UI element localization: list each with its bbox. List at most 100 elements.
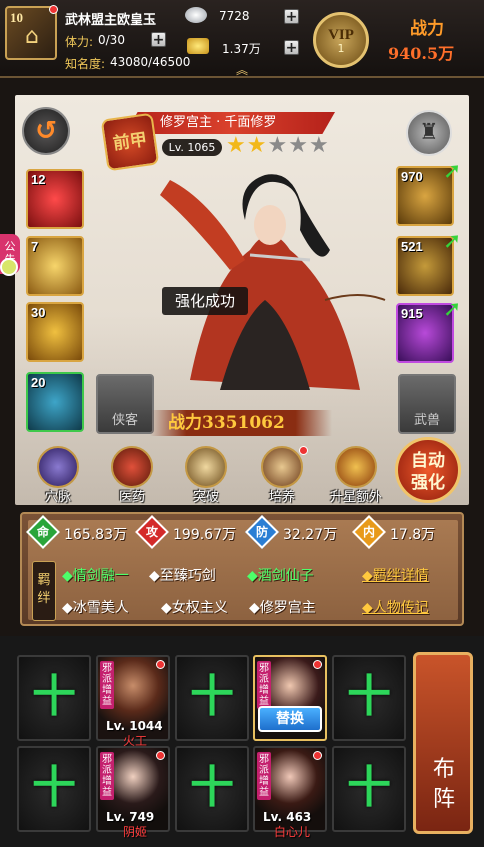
companion-slot[interactable]: 侠客 bbox=[96, 374, 154, 434]
swap-button[interactable]: 替换 bbox=[258, 706, 322, 732]
helmet-icon: ♜ bbox=[419, 120, 439, 145]
skill-slot-4[interactable]: 20 bbox=[26, 372, 84, 432]
hero-level: Lv. 1044 bbox=[106, 719, 163, 733]
gold-plus-button[interactable]: + bbox=[284, 40, 299, 55]
formation-slot-empty[interactable]: 十 bbox=[332, 655, 406, 741]
gold-icon bbox=[187, 38, 209, 54]
vip-level: 1 bbox=[337, 42, 345, 55]
hero-name: 修罗宫主 · 千面修罗 bbox=[160, 115, 277, 130]
skill-slot-1[interactable]: 12 bbox=[26, 169, 84, 229]
formation-slot-empty[interactable]: 十 bbox=[332, 746, 406, 832]
hero-name: 白心儿 bbox=[273, 825, 310, 839]
hero-level: Lv. 1065 bbox=[162, 139, 222, 156]
add-icon: 十 bbox=[347, 671, 391, 722]
bond-item[interactable]: ◆情剑融一 bbox=[62, 565, 129, 585]
faction-buff-tag: 邪派增益 bbox=[257, 661, 271, 709]
back-arrow-icon: ↺ bbox=[35, 116, 57, 146]
deploy-label-1: 布 bbox=[432, 757, 455, 782]
inner-power-icon-text: 内 bbox=[362, 525, 375, 539]
stamina-label: 体力: bbox=[65, 35, 94, 49]
hero-info-button[interactable]: ♜ bbox=[406, 110, 452, 156]
stamina-value: 0/30 bbox=[98, 33, 125, 47]
formation-hero[interactable]: 邪派增益 Lv. 463 白心儿 bbox=[253, 746, 327, 839]
medicine-button[interactable]: 医药 bbox=[106, 446, 158, 508]
add-icon: 十 bbox=[347, 762, 391, 813]
bond-item[interactable]: ◆女权主义 bbox=[161, 597, 228, 617]
silver-plus-button[interactable]: + bbox=[284, 9, 299, 24]
upgrade-arrow-icon: ➚ bbox=[443, 159, 462, 184]
skill-slot-2[interactable]: 7 bbox=[26, 236, 84, 296]
hero-portrait bbox=[160, 174, 386, 390]
breakthrough-button[interactable]: 突破 bbox=[180, 446, 232, 508]
bond-tag: 羁绊 bbox=[32, 561, 56, 621]
vip-button[interactable]: VIP 1 bbox=[313, 12, 369, 68]
skill-slot-3[interactable]: 30 bbox=[26, 302, 84, 362]
formation-hero[interactable]: 邪派增益 Lv. 1044 火工 bbox=[96, 655, 170, 748]
faction-buff-tag: 邪派增益 bbox=[257, 752, 271, 800]
formation-slot-empty[interactable]: 十 bbox=[175, 655, 249, 741]
star-up-label: 升星额外 bbox=[329, 490, 382, 505]
hp-icon-text: 命 bbox=[36, 525, 49, 539]
chat-bubble-icon[interactable] bbox=[0, 258, 18, 276]
total-power-label: 战力 bbox=[410, 19, 444, 39]
upgrade-arrow-icon: ➚ bbox=[443, 297, 462, 322]
beast-slot-label: 武兽 bbox=[413, 413, 440, 428]
formation-slot-empty[interactable]: 十 bbox=[17, 655, 91, 741]
slot-count: 521 bbox=[401, 239, 423, 254]
player-level: 10 bbox=[10, 10, 23, 25]
star-filled-icon: ★ bbox=[246, 133, 267, 158]
silver-value: 7728 bbox=[219, 9, 250, 23]
formation-slot-empty[interactable]: 十 bbox=[17, 746, 91, 832]
player-avatar[interactable]: 10 ⌂ bbox=[5, 5, 58, 60]
notification-dot bbox=[49, 5, 58, 14]
notification-dot bbox=[156, 751, 165, 760]
hero-power: 战力3351062 bbox=[168, 410, 285, 436]
medicine-icon bbox=[111, 446, 153, 488]
formation-deploy-button[interactable]: 布 阵 bbox=[413, 652, 473, 834]
house-icon: ⌂ bbox=[25, 24, 39, 49]
formation-slot-empty[interactable]: 十 bbox=[175, 746, 249, 832]
player-name: 武林盟主欧皇玉 bbox=[65, 13, 157, 28]
star-empty-icon: ★ bbox=[308, 133, 329, 158]
upgrade-arrow-icon: ➚ bbox=[443, 229, 462, 254]
notification-dot bbox=[313, 660, 322, 669]
bond-details-link[interactable]: ◆羁绊详情 bbox=[362, 565, 429, 585]
bond-item[interactable]: ◆至臻巧剑 bbox=[149, 565, 216, 585]
bond-item[interactable]: ◆修罗宫主 bbox=[249, 597, 316, 617]
meridian-label: 穴脉 bbox=[44, 490, 71, 505]
formation-hero[interactable]: 邪派增益 Lv. 749 阴姬 bbox=[96, 746, 170, 839]
deploy-label: 布 阵 bbox=[426, 755, 462, 815]
slot-count: 970 bbox=[401, 169, 423, 184]
bond-item[interactable]: ◆酒剑仙子 bbox=[247, 565, 314, 585]
hero-biography-link[interactable]: ◆人物传记 bbox=[362, 597, 429, 617]
hero-power-value: 3351062 bbox=[202, 413, 285, 433]
meridian-button[interactable]: 穴脉 bbox=[32, 446, 84, 508]
star-empty-icon: ★ bbox=[288, 133, 308, 158]
breakthrough-label: 突破 bbox=[192, 490, 219, 505]
slot-count: 915 bbox=[401, 306, 423, 321]
auto-enhance-button[interactable]: 自动 强化 bbox=[395, 437, 461, 503]
bond-item[interactable]: ◆冰雪美人 bbox=[62, 597, 129, 617]
back-button[interactable]: ↺ bbox=[22, 107, 70, 155]
slot-count: 20 bbox=[31, 375, 46, 390]
total-power-value: 940.5万 bbox=[388, 44, 455, 63]
star-empty-icon: ★ bbox=[267, 133, 288, 158]
chevron-up-icon[interactable]: ︽ bbox=[230, 61, 254, 77]
toast-message: 强化成功 bbox=[162, 287, 248, 315]
star-up-button[interactable]: 升星额外 bbox=[330, 446, 382, 508]
hero-level: Lv. 749 bbox=[106, 810, 155, 824]
star-filled-icon: ★ bbox=[226, 133, 246, 158]
stamina-plus-button[interactable]: + bbox=[151, 32, 166, 47]
faction-buff-tag: 邪派增益 bbox=[100, 752, 114, 800]
gold-value: 1.37万 bbox=[222, 42, 261, 56]
train-icon bbox=[261, 446, 303, 488]
breakthrough-icon bbox=[185, 446, 227, 488]
add-icon: 十 bbox=[190, 762, 234, 813]
star-up-icon bbox=[335, 446, 377, 488]
train-button[interactable]: 培养 bbox=[256, 446, 308, 508]
medicine-label: 医药 bbox=[118, 490, 145, 505]
defense-icon-text: 防 bbox=[255, 525, 268, 539]
attack-icon-text: 攻 bbox=[145, 525, 158, 539]
notification-dot bbox=[156, 660, 165, 669]
beast-slot[interactable]: 武兽 bbox=[398, 374, 456, 434]
